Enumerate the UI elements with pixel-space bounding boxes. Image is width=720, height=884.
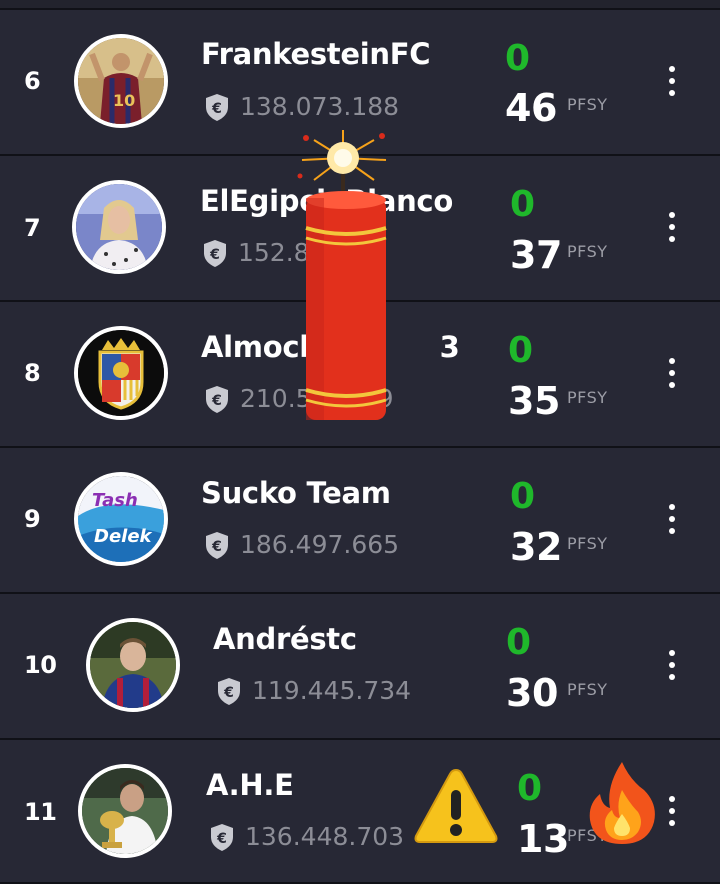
euro-shield-icon: €	[211, 824, 233, 851]
svg-text:€: €	[211, 393, 222, 409]
team-value: 138.073.188	[240, 92, 400, 121]
points-change: 0	[508, 330, 534, 371]
more-options-icon[interactable]	[667, 504, 677, 538]
trophy-player-avatar	[78, 764, 172, 858]
rank-number: 11	[24, 798, 57, 826]
euro-shield-icon: €	[206, 94, 228, 121]
points-total: 13	[517, 817, 569, 861]
points-unit: PFSY	[567, 388, 608, 407]
points-total: 30	[506, 671, 558, 715]
svg-text:10: 10	[113, 91, 135, 110]
more-options-icon[interactable]	[667, 650, 677, 684]
fire-icon	[589, 762, 655, 844]
more-options-icon[interactable]	[667, 358, 677, 392]
ranking-row-10[interactable]: 10 Andréstc € 119.445.734 0 30 PFSY	[0, 594, 720, 738]
euro-shield-icon: €	[206, 532, 228, 559]
rank-number: 7	[24, 214, 41, 242]
rank-number: 9	[24, 505, 41, 533]
team-name: Sucko Team	[201, 476, 391, 510]
team-value: 119.445.734	[252, 676, 412, 705]
euro-shield-icon: €	[206, 386, 228, 413]
svg-text:Delek: Delek	[94, 526, 153, 547]
svg-text:€: €	[209, 247, 220, 263]
rank-number: 8	[24, 359, 41, 387]
points-total: 35	[508, 379, 560, 423]
team-name: A.H.E	[206, 768, 294, 802]
firecracker-icon	[297, 130, 387, 420]
points-change: 0	[510, 184, 536, 225]
euro-shield-icon: €	[204, 240, 226, 267]
points-change: 0	[506, 622, 532, 663]
team-value: 186.497.665	[240, 530, 400, 559]
team-name: Andréstc	[213, 622, 357, 656]
points-change: 0	[510, 476, 536, 517]
team-name: FrankesteinFC	[201, 37, 431, 71]
player-shirt-10-avatar: 10	[74, 34, 168, 128]
rank-number: 10	[24, 651, 57, 679]
svg-text:€: €	[211, 539, 222, 555]
points-unit: PFSY	[567, 242, 608, 261]
points-unit: PFSY	[567, 680, 608, 699]
more-options-icon[interactable]	[667, 66, 677, 100]
euro-shield-icon: €	[218, 678, 240, 705]
points-change: 0	[517, 768, 543, 809]
more-options-icon[interactable]	[667, 212, 677, 246]
club-crest-avatar	[74, 326, 168, 420]
svg-text:Tash: Tash	[92, 490, 138, 511]
graffiti-avatar: Tash Delek	[74, 472, 168, 566]
points-unit: PFSY	[567, 95, 608, 114]
points-total: 32	[510, 525, 562, 569]
svg-text:€: €	[211, 101, 222, 117]
team-value: 136.448.703	[245, 822, 405, 851]
points-change: 0	[505, 38, 531, 79]
more-options-icon[interactable]	[667, 796, 677, 830]
warning-icon	[414, 768, 498, 843]
points-unit: PFSY	[567, 534, 608, 553]
points-total: 37	[510, 233, 562, 277]
presenter-avatar	[72, 180, 166, 274]
points-total: 46	[505, 86, 557, 130]
svg-text:€: €	[216, 831, 227, 847]
footballer-avatar	[86, 618, 180, 712]
ranking-row-9[interactable]: 9 Tash Delek Sucko Team € 186.497.665 0 3…	[0, 448, 720, 592]
svg-text:€: €	[223, 685, 234, 701]
rank-number: 6	[24, 67, 41, 95]
